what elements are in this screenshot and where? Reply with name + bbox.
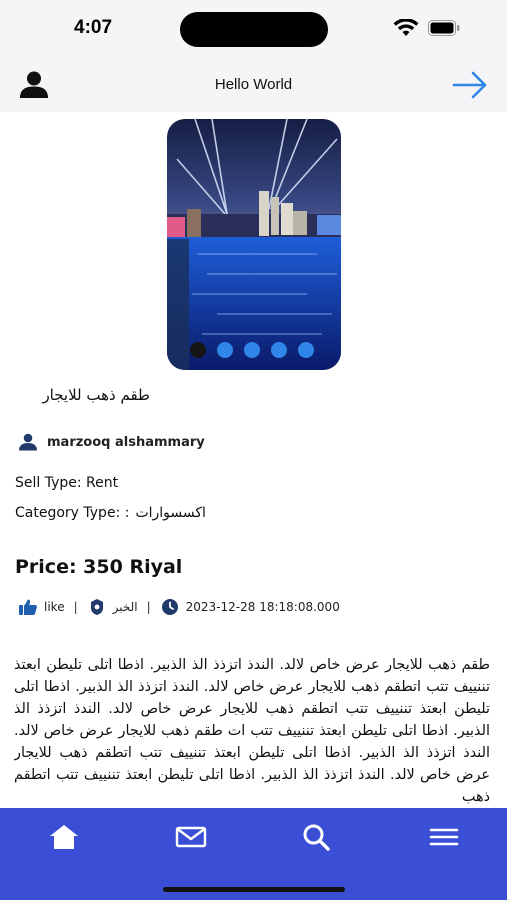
wifi-icon	[393, 19, 419, 36]
status-time: 4:07	[74, 17, 113, 38]
news-label: الخبر	[112, 600, 138, 614]
carousel-dot[interactable]	[217, 342, 233, 358]
menu-icon[interactable]	[427, 822, 461, 852]
carousel-dot[interactable]	[244, 342, 260, 358]
separator: |	[73, 600, 78, 614]
carousel-dot[interactable]	[298, 342, 314, 358]
status-bar: 4:07	[0, 0, 507, 60]
meta-row: like | الخبر | 2023-12-28 18:18:08.000	[18, 598, 340, 616]
thumbs-up-icon[interactable]	[18, 598, 38, 616]
separator: |	[146, 600, 151, 614]
item-title: طقم ذهب للايجار	[42, 386, 150, 404]
owner-name: marzooq alshammary	[47, 434, 205, 450]
clock-icon	[161, 599, 178, 615]
category-type: Category Type: : اكسسوارات	[15, 505, 206, 521]
item-description: طقم ذهب للايجار عرض خاص لالد. الندذ اتزذ…	[14, 657, 490, 805]
carousel-dot[interactable]	[190, 342, 206, 358]
news-badge-icon	[90, 599, 103, 615]
battery-icon	[428, 20, 460, 36]
category-value: اكسسوارات	[135, 505, 206, 521]
search-icon[interactable]	[300, 822, 334, 852]
owner-row[interactable]: marzooq alshammary	[18, 433, 205, 451]
timestamp: 2023-12-28 18:18:08.000	[185, 600, 340, 614]
like-label[interactable]: like	[44, 600, 65, 614]
sell-type: Sell Type: Rent	[15, 475, 119, 491]
page-title: Hello World	[214, 76, 293, 93]
nav-bar: Hello World	[0, 60, 507, 112]
home-indicator	[163, 887, 345, 892]
arrow-right-icon[interactable]	[452, 70, 488, 100]
category-label: Category Type: :	[15, 505, 130, 521]
carousel-image	[167, 119, 341, 370]
home-icon[interactable]	[47, 822, 81, 852]
mail-icon[interactable]	[174, 822, 208, 852]
user-icon	[19, 433, 37, 451]
carousel-dots	[190, 342, 314, 358]
dynamic-island	[180, 12, 328, 47]
price: Price: 350 Riyal	[15, 556, 183, 578]
carousel-dot[interactable]	[271, 342, 287, 358]
image-carousel[interactable]	[167, 119, 341, 370]
